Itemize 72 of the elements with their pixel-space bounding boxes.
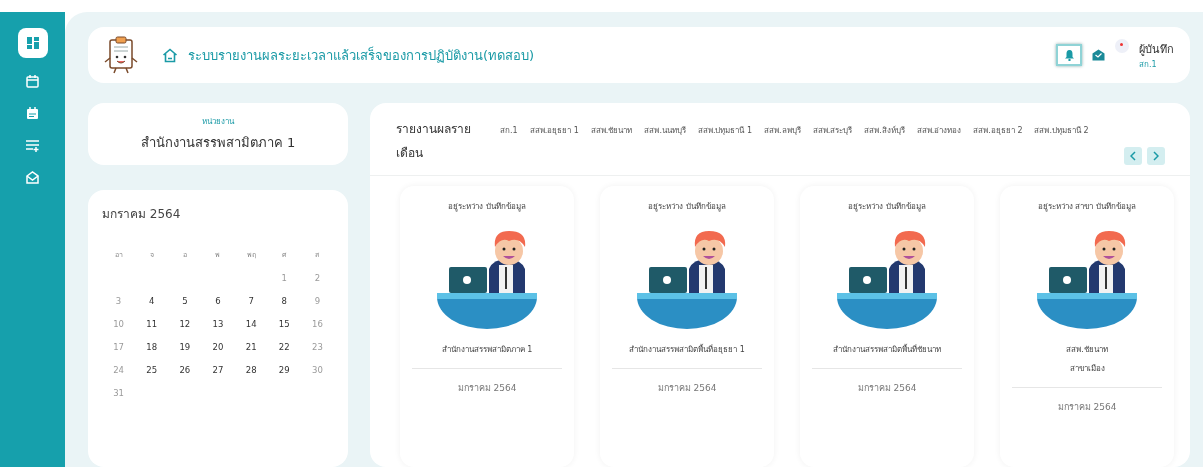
- report-card[interactable]: อยู่ระหว่าง บันทึกข้อมูล สำนักงานสรรพสามิตพื้นที่อยุธยา 1 มกราคม 2564: [600, 186, 774, 467]
- office-tab[interactable]: สก.1: [500, 121, 518, 141]
- calendar-day[interactable]: 26: [168, 365, 202, 375]
- calendar-day[interactable]: 6: [201, 296, 235, 306]
- next-button[interactable]: [1147, 147, 1165, 165]
- calendar-day[interactable]: 19: [168, 342, 202, 352]
- report-month: มกราคม 2564: [1057, 401, 1117, 414]
- user-unit: สก.1: [1139, 58, 1158, 71]
- calendar-day[interactable]: 7: [234, 296, 268, 306]
- calendar-day[interactable]: 18: [135, 342, 169, 352]
- calendar-day[interactable]: 27: [201, 365, 235, 375]
- chevron-left-icon: [1130, 151, 1136, 161]
- home-icon[interactable]: [162, 47, 178, 63]
- calendar-day[interactable]: 11: [135, 319, 169, 329]
- report-month: มกราคม 2564: [657, 382, 717, 395]
- calendar-day[interactable]: 4: [135, 296, 169, 306]
- user-name: ผู้บันทึก: [1139, 41, 1174, 58]
- mail-icon[interactable]: [1092, 49, 1105, 61]
- unit-name: สำนักงานสรรพสามิตภาค 1: [140, 134, 296, 152]
- calendar-day[interactable]: 14: [234, 319, 268, 329]
- status-text: อยู่ระหว่าง บันทึกข้อมูล: [448, 201, 526, 213]
- office-tab[interactable]: สสพ.อยุธยา 2: [973, 121, 1023, 141]
- office-tab[interactable]: สสพ.ชัยนาท: [590, 121, 633, 141]
- office-tab[interactable]: สสพ.ปทุมธานี 1: [697, 121, 753, 141]
- dashboard-icon: [26, 37, 39, 49]
- app-title: ระบบรายงานผลระยะเวลาแล้วเสร็จของการปฏิบัติงาน(ทดสอบ): [188, 45, 535, 65]
- calendar-icon: [26, 74, 39, 88]
- mail-icon: [26, 170, 39, 184]
- report-card[interactable]: อยู่ระหว่าง สาขา บันทึกข้อมูล สสพ.ชัยนาท สาขาเมือง มกราคม 2564: [1000, 186, 1174, 467]
- previous-button[interactable]: [1124, 147, 1142, 165]
- office-tab[interactable]: สสพ.สิงห์บุรี: [864, 121, 905, 141]
- calendar-day[interactable]: 20: [201, 342, 235, 352]
- calendar-day[interactable]: 25: [135, 365, 169, 375]
- calendar-day[interactable]: 28: [234, 365, 268, 375]
- calendar-month: มกราคม 2564: [102, 206, 182, 223]
- report-card[interactable]: อยู่ระหว่าง บันทึกข้อมูล สำนักงานสรรพสามิตพื้นที่ชัยนาท มกราคม 2564: [800, 186, 974, 467]
- office-tab[interactable]: สสพ.อยุธยา 1: [529, 121, 579, 141]
- report-month: มกราคม 2564: [457, 382, 517, 395]
- chevron-right-icon: [1153, 151, 1159, 161]
- notification-button[interactable]: [1056, 44, 1082, 66]
- report-title: รายงานผลราย เดือน: [396, 121, 472, 162]
- status-text: อยู่ระหว่าง สาขา บันทึกข้อมูล: [1037, 201, 1137, 213]
- office-tab[interactable]: สสพ.สระบุรี: [812, 121, 853, 141]
- office-tab[interactable]: สสพ.อ่างทอง: [916, 121, 962, 141]
- sidebar-item[interactable]: [17, 28, 48, 58]
- status-text: อยู่ระหว่าง บันทึกข้อมูล: [648, 201, 726, 213]
- user-avatar[interactable]: [1115, 39, 1129, 53]
- notification-dot: [1120, 43, 1123, 46]
- calendar-icon: [26, 106, 39, 120]
- status-text: อยู่ระหว่าง บันทึกข้อมูล: [848, 201, 926, 213]
- list-add-icon: [26, 138, 39, 152]
- calendar-day[interactable]: 12: [168, 319, 202, 329]
- report-card[interactable]: อยู่ระหว่าง บันทึกข้อมูล สำนักงานสรรพสามิตภาค 1 มกราคม 2564: [400, 186, 574, 467]
- calendar-day[interactable]: 13: [201, 319, 235, 329]
- calendar-day[interactable]: 5: [168, 296, 202, 306]
- office-name: สำนักงานสรรพสามิตพื้นที่ชัยนาท: [833, 343, 941, 356]
- office-name: สสพ.ชัยนาท: [1066, 344, 1108, 356]
- office-name: สำนักงานสรรพสามิตพื้นที่อยุธยา 1: [629, 343, 745, 356]
- office-tab[interactable]: สสพ.ลพบุรี: [764, 121, 801, 141]
- calendar-day[interactable]: 15: [267, 319, 301, 329]
- clipboard-mascot-icon: [104, 36, 138, 74]
- office-tab[interactable]: สสพ.นนทบุรี: [644, 121, 686, 141]
- office-name: สาขาเมือง: [1069, 363, 1105, 375]
- report-month: มกราคม 2564: [857, 382, 917, 395]
- calendar-day[interactable]: 21: [234, 342, 268, 352]
- calendar-day[interactable]: 29: [267, 365, 301, 375]
- bell-icon: [1063, 49, 1075, 61]
- office-name: สำนักงานสรรพสามิตภาค 1: [441, 344, 533, 356]
- office-tab[interactable]: สสพ.ปทุมธานี 2: [1034, 121, 1089, 141]
- unit-label: หน่วยงาน: [202, 116, 234, 128]
- calendar-day[interactable]: 8: [267, 296, 301, 306]
- calendar-day[interactable]: 22: [267, 342, 301, 352]
